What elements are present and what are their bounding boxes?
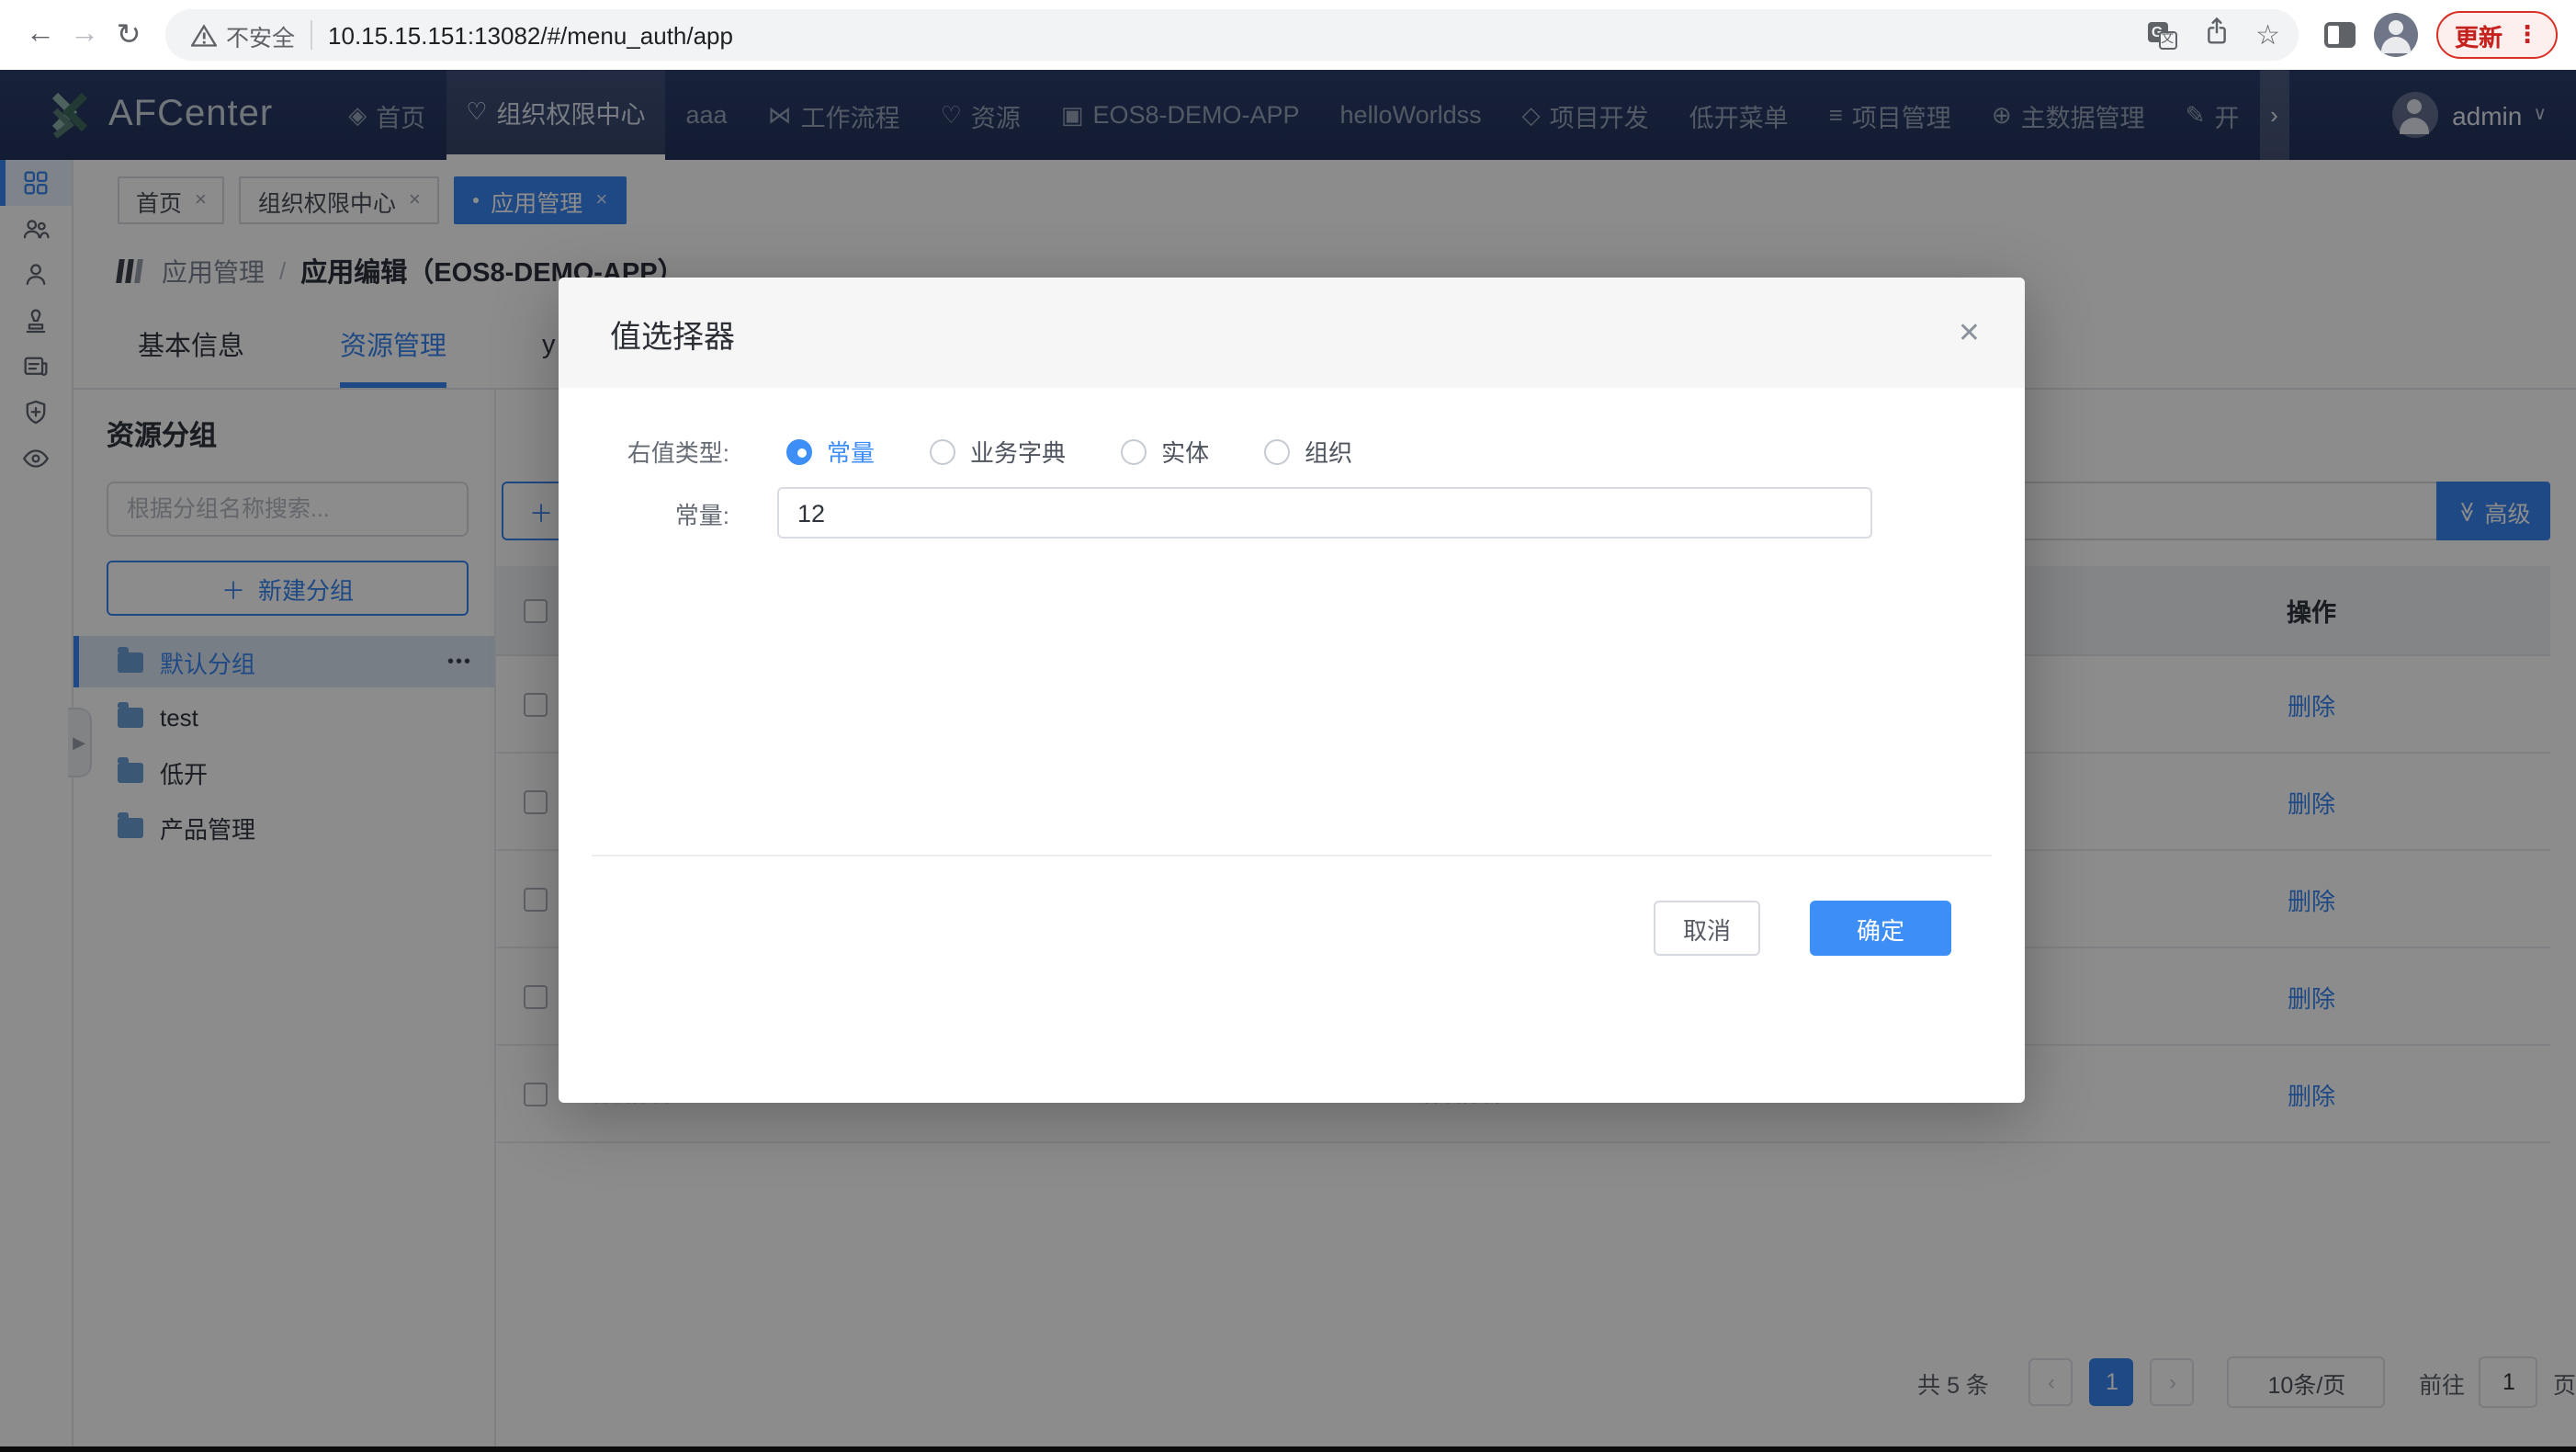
omnibox-divider [310, 20, 311, 50]
browser-back-button[interactable]: ← [18, 18, 62, 51]
radio-icon[interactable] [930, 438, 955, 464]
screen: ← → ↻ 不安全 10.15.15.151:13082/#/menu_auth… [0, 0, 2576, 1452]
dialog-header: 值选择器 ✕ [559, 278, 2025, 388]
type-field-label: 右值类型: [559, 434, 729, 469]
url-text[interactable]: 10.15.15.151:13082/#/menu_auth/app [328, 21, 2121, 49]
radio-icon[interactable] [1264, 438, 1290, 464]
dialog-title: 值选择器 [610, 310, 735, 356]
side-panel-icon[interactable] [2324, 22, 2356, 48]
radio-business-dict[interactable]: 业务字典 [930, 434, 1066, 469]
bookmark-star-icon[interactable]: ☆ [2255, 18, 2280, 51]
dialog-footer: 取消 确定 [1654, 901, 1951, 956]
not-secure-warning-icon [191, 23, 217, 47]
confirm-button[interactable]: 确定 [1810, 901, 1951, 956]
update-label: 更新 [2455, 17, 2503, 52]
not-secure-label[interactable]: 不安全 [226, 17, 295, 52]
cancel-button[interactable]: 取消 [1654, 901, 1760, 956]
constant-value-input[interactable] [777, 487, 1872, 539]
radio-entity[interactable]: 实体 [1121, 434, 1209, 469]
radio-group: 常量 业务字典 实体 组织 [786, 434, 1407, 469]
radio-constant[interactable]: 常量 [786, 434, 875, 469]
right-value-type-row: 右值类型: 常量 业务字典 实体 [559, 434, 1407, 469]
constant-value-row: 常量: [559, 487, 1872, 539]
address-bar[interactable]: 不安全 10.15.15.151:13082/#/menu_auth/app G… [165, 9, 2299, 61]
radio-organization[interactable]: 组织 [1264, 434, 1352, 469]
dialog-close-icon[interactable]: ✕ [1958, 316, 1981, 349]
translate-icon[interactable]: G文 [2147, 21, 2176, 49]
browser-menu-icon[interactable]: ⋮ [2515, 20, 2539, 50]
value-selector-dialog: 值选择器 ✕ 右值类型: 常量 业务字典 [559, 278, 2025, 1103]
browser-reload-button[interactable]: ↻ [107, 17, 151, 53]
share-icon[interactable] [2202, 16, 2230, 54]
browser-toolbar: ← → ↻ 不安全 10.15.15.151:13082/#/menu_auth… [0, 0, 2576, 70]
browser-forward-button[interactable]: → [62, 18, 107, 51]
dialog-divider [592, 855, 1992, 856]
constant-field-label: 常量: [559, 495, 729, 530]
browser-profile-avatar[interactable] [2374, 13, 2418, 57]
browser-update-button[interactable]: 更新 ⋮ [2436, 11, 2558, 59]
app-stage: AFCenter ◈ 首页 ♡ 组织权限中心 aaa ⋈ 工作流程 [0, 70, 2576, 1452]
radio-icon[interactable] [1121, 438, 1147, 464]
radio-selected-icon[interactable] [786, 438, 812, 464]
dialog-body: 右值类型: 常量 业务字典 实体 [559, 388, 2025, 1103]
